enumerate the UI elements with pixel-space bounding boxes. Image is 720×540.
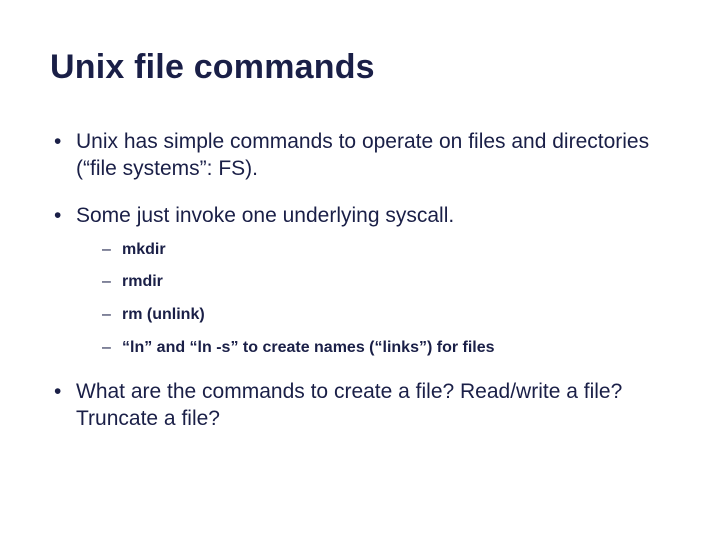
sub-bullet-item: rm (unlink) bbox=[76, 305, 670, 326]
sub-bullet-item: “ln” and “ln -s” to create names (“links… bbox=[76, 338, 670, 359]
sub-bullet-text: rmdir bbox=[122, 273, 163, 290]
sub-bullet-item: mkdir bbox=[76, 240, 670, 261]
bullet-item: Some just invoke one underlying syscall.… bbox=[50, 203, 670, 359]
sub-bullet-text: rm (unlink) bbox=[122, 306, 205, 323]
bullet-text: Unix has simple commands to operate on f… bbox=[76, 130, 649, 180]
slide-title: Unix file commands bbox=[50, 48, 670, 87]
sub-bullet-item: rmdir bbox=[76, 272, 670, 293]
sub-bullet-text: “ln” and “ln -s” to create names (“links… bbox=[122, 339, 495, 356]
sub-bullet-list: mkdir rmdir rm (unlink) “ln” and “ln -s”… bbox=[76, 240, 670, 359]
bullet-text: What are the commands to create a file? … bbox=[76, 380, 622, 430]
bullet-list: Unix has simple commands to operate on f… bbox=[50, 129, 670, 433]
bullet-text: Some just invoke one underlying syscall. bbox=[76, 204, 454, 227]
slide: Unix file commands Unix has simple comma… bbox=[0, 0, 720, 540]
bullet-item: Unix has simple commands to operate on f… bbox=[50, 129, 670, 183]
sub-bullet-text: mkdir bbox=[122, 241, 166, 258]
bullet-item: What are the commands to create a file? … bbox=[50, 379, 670, 433]
